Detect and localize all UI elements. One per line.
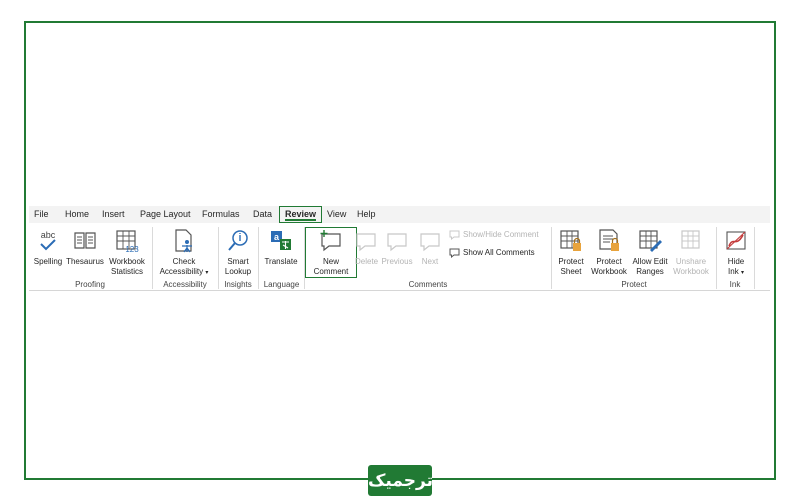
protect-workbook-button[interactable]: Protect Workbook — [588, 228, 630, 277]
show-all-comments-label: Show All Comments — [463, 248, 535, 257]
unshare-workbook-button[interactable]: Unshare Workbook — [670, 228, 712, 277]
translate-icon: a — [271, 231, 291, 250]
delete-comment-button[interactable]: Delete — [355, 228, 379, 267]
smart-lookup-label-1: Smart — [227, 257, 249, 266]
tab-review-label: Review — [285, 209, 317, 219]
show-hide-comment-button[interactable]: Show/Hide Comment — [449, 230, 539, 240]
delete-comment-label: Delete — [355, 257, 379, 266]
check-accessibility-icon — [175, 229, 192, 253]
next-comment-icon — [420, 233, 440, 252]
show-all-comments-icon — [449, 248, 460, 258]
previous-comment-icon — [387, 233, 407, 252]
check-accessibility-label-2: Accessibility — [159, 267, 204, 276]
workbook-statistics-icon: 123 — [116, 230, 139, 254]
show-hide-comment-icon — [449, 230, 460, 240]
chevron-down-icon: ▾ — [740, 270, 744, 276]
tab-view[interactable]: View — [327, 206, 346, 223]
previous-comment-button[interactable]: Previous — [380, 228, 414, 267]
tab-insert[interactable]: Insert — [102, 206, 125, 223]
new-comment-button[interactable]: New Comment — [306, 228, 356, 277]
tab-data[interactable]: Data — [253, 206, 272, 223]
protect-workbook-label-2: Workbook — [591, 267, 627, 276]
workbook-statistics-label-1: Workbook — [109, 257, 145, 266]
spelling-label: Spelling — [33, 257, 63, 266]
hide-ink-button[interactable]: Hide Ink ▾ — [720, 228, 752, 278]
insights-group-label: Insights — [224, 280, 252, 289]
thesaurus-button[interactable]: Thesaurus — [66, 228, 104, 267]
allow-edit-ranges-icon — [639, 230, 662, 252]
allow-edit-ranges-label-1: Allow Edit — [632, 257, 668, 266]
spelling-icon: abc — [40, 230, 56, 251]
review-ribbon: abc Spelling Thesaurus 123 Workbook Stat… — [29, 223, 770, 291]
workbook-statistics-button[interactable]: 123 Workbook Statistics — [106, 228, 148, 277]
protect-workbook-icon — [599, 229, 619, 251]
thesaurus-icon — [74, 232, 96, 249]
tab-home[interactable]: Home — [65, 206, 89, 223]
brand-logo: ترجمیک — [368, 465, 433, 496]
new-comment-icon — [320, 230, 341, 252]
allow-edit-ranges-label-2: Ranges — [636, 267, 664, 276]
thesaurus-label: Thesaurus — [66, 257, 104, 266]
svg-text:abc: abc — [41, 230, 56, 240]
allow-edit-ranges-button[interactable]: Allow Edit Ranges — [630, 228, 670, 277]
previous-comment-label: Previous — [381, 257, 413, 266]
unshare-workbook-label-2: Workbook — [673, 267, 709, 276]
spelling-button[interactable]: abc Spelling — [32, 228, 64, 267]
next-comment-button[interactable]: Next — [418, 228, 442, 267]
protect-sheet-label-1: Protect — [558, 257, 584, 266]
language-group-label: Language — [263, 280, 300, 289]
tab-page-layout[interactable]: Page Layout — [140, 206, 191, 223]
smart-lookup-label-2: Lookup — [224, 267, 252, 276]
workbook-statistics-label-2: Statistics — [110, 267, 143, 276]
smart-lookup-button[interactable]: Smart Lookup — [221, 228, 255, 277]
proofing-group-label: Proofing — [75, 280, 105, 289]
check-accessibility-button[interactable]: Check Accessibility ▾ — [155, 228, 213, 278]
delete-comment-icon — [356, 233, 376, 252]
tab-file[interactable]: File — [34, 206, 49, 223]
hide-ink-label-2: Ink — [728, 267, 739, 276]
unshare-workbook-icon — [681, 230, 700, 249]
ink-group-label: Ink — [729, 280, 741, 289]
smart-lookup-icon — [228, 230, 248, 251]
check-accessibility-label-1: Check — [172, 257, 196, 266]
ribbon-tab-bar: File Home Insert Page Layout Formulas Da… — [29, 206, 770, 223]
hide-ink-icon — [726, 231, 746, 250]
translate-label: Translate — [264, 257, 298, 266]
unshare-workbook-label-1: Unshare — [675, 257, 707, 266]
show-all-comments-button[interactable]: Show All Comments — [449, 248, 535, 258]
new-comment-label-2: Comment — [313, 267, 349, 276]
next-comment-label: Next — [421, 257, 439, 266]
new-comment-label-1: New — [322, 257, 339, 266]
protect-sheet-icon — [560, 230, 581, 251]
protect-group-label: Protect — [621, 280, 647, 289]
protect-sheet-button[interactable]: Protect Sheet — [554, 228, 588, 277]
protect-workbook-label-1: Protect — [596, 257, 622, 266]
hide-ink-label-1: Hide — [727, 257, 745, 266]
tab-review[interactable]: Review — [279, 206, 323, 223]
protect-sheet-label-2: Sheet — [560, 267, 582, 276]
chevron-down-icon: ▾ — [205, 270, 209, 276]
tab-formulas[interactable]: Formulas — [202, 206, 240, 223]
svg-text:123: 123 — [125, 245, 139, 254]
translate-button[interactable]: a Translate — [262, 228, 300, 267]
tab-review-underline — [285, 219, 317, 221]
accessibility-group-label: Accessibility — [163, 280, 207, 289]
group-separator — [754, 227, 755, 289]
show-hide-comment-label: Show/Hide Comment — [463, 230, 539, 239]
comments-group-label: Comments — [408, 280, 448, 289]
tab-help[interactable]: Help — [357, 206, 376, 223]
